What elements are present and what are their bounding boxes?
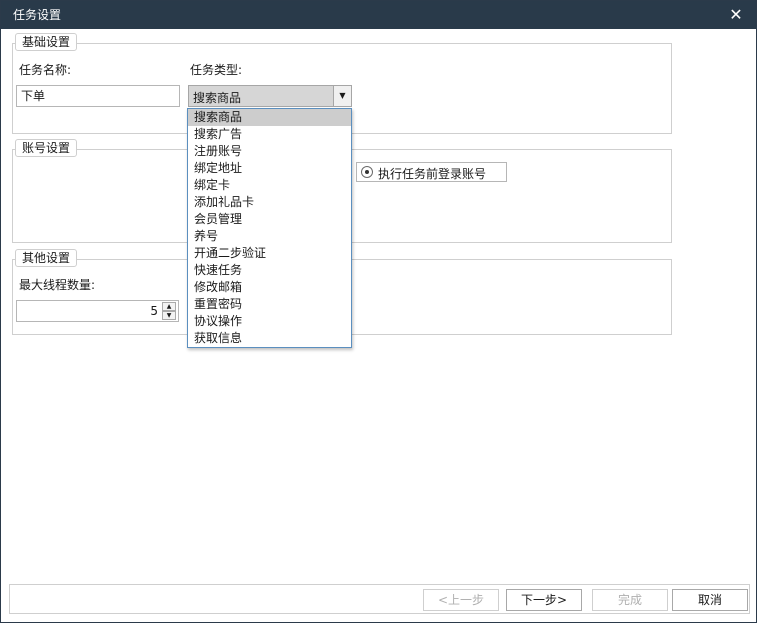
task-type-option[interactable]: 协议操作: [188, 313, 351, 330]
task-type-option[interactable]: 搜索广告: [188, 126, 351, 143]
task-type-option[interactable]: 养号: [188, 228, 351, 245]
task-type-option[interactable]: 获取信息: [188, 330, 351, 347]
other-settings-legend: 其他设置: [15, 249, 78, 267]
task-type-option[interactable]: 开通二步验证: [188, 245, 351, 262]
task-type-option[interactable]: 会员管理: [188, 211, 351, 228]
prev-button[interactable]: <上一步: [423, 589, 499, 611]
task-type-option[interactable]: 添加礼品卡: [188, 194, 351, 211]
decrement-arrow-icon[interactable]: ▼: [162, 311, 176, 320]
window-title: 任务设置: [13, 8, 62, 22]
task-type-option[interactable]: 绑定卡: [188, 177, 351, 194]
task-type-option[interactable]: 重置密码: [188, 296, 351, 313]
task-type-option[interactable]: 修改邮箱: [188, 279, 351, 296]
increment-arrow-icon[interactable]: ▲: [162, 302, 176, 311]
cancel-button[interactable]: 取消: [672, 589, 748, 611]
next-button[interactable]: 下一步>: [506, 589, 582, 611]
task-type-option[interactable]: 绑定地址: [188, 160, 351, 177]
close-icon[interactable]: ✕: [724, 3, 748, 27]
title-bar: 任务设置 ✕: [1, 1, 756, 29]
radio-selected-icon[interactable]: [361, 166, 373, 178]
max-threads-label: 最大线程数量:: [19, 278, 96, 292]
login-before-task-option[interactable]: 执行任务前登录账号: [356, 162, 507, 182]
task-type-option[interactable]: 快速任务: [188, 262, 351, 279]
basic-settings-legend: 基础设置: [15, 33, 78, 51]
task-type-option[interactable]: 注册账号: [188, 143, 351, 160]
max-threads-value: 5: [150, 304, 158, 318]
max-threads-stepper[interactable]: 5 ▲ ▼: [16, 300, 179, 322]
task-type-label: 任务类型:: [190, 63, 243, 77]
login-before-task-label: 执行任务前登录账号: [378, 167, 487, 181]
account-settings-legend: 账号设置: [15, 139, 78, 157]
finish-button[interactable]: 完成: [592, 589, 668, 611]
task-type-option[interactable]: 搜索商品: [188, 109, 351, 126]
chevron-down-icon[interactable]: ▼: [333, 86, 351, 106]
task-settings-dialog: 任务设置 ✕ 基础设置 任务名称: 任务类型: 下单 搜索商品 ▼ 账号设置 执…: [0, 0, 757, 623]
task-type-dropdown-list: 搜索商品 搜索广告 注册账号 绑定地址 绑定卡 添加礼品卡 会员管理 养号 开通二步验证 快速任务…: [187, 108, 352, 348]
stepper-buttons: ▲ ▼: [162, 302, 176, 320]
task-type-select[interactable]: 搜索商品 ▼: [188, 85, 352, 107]
task-name-input[interactable]: 下单: [16, 85, 180, 107]
task-type-selected: 搜索商品: [193, 91, 242, 105]
footer-bar: <上一步 下一步> 完成 取消: [9, 584, 750, 614]
task-name-label: 任务名称:: [19, 63, 72, 77]
